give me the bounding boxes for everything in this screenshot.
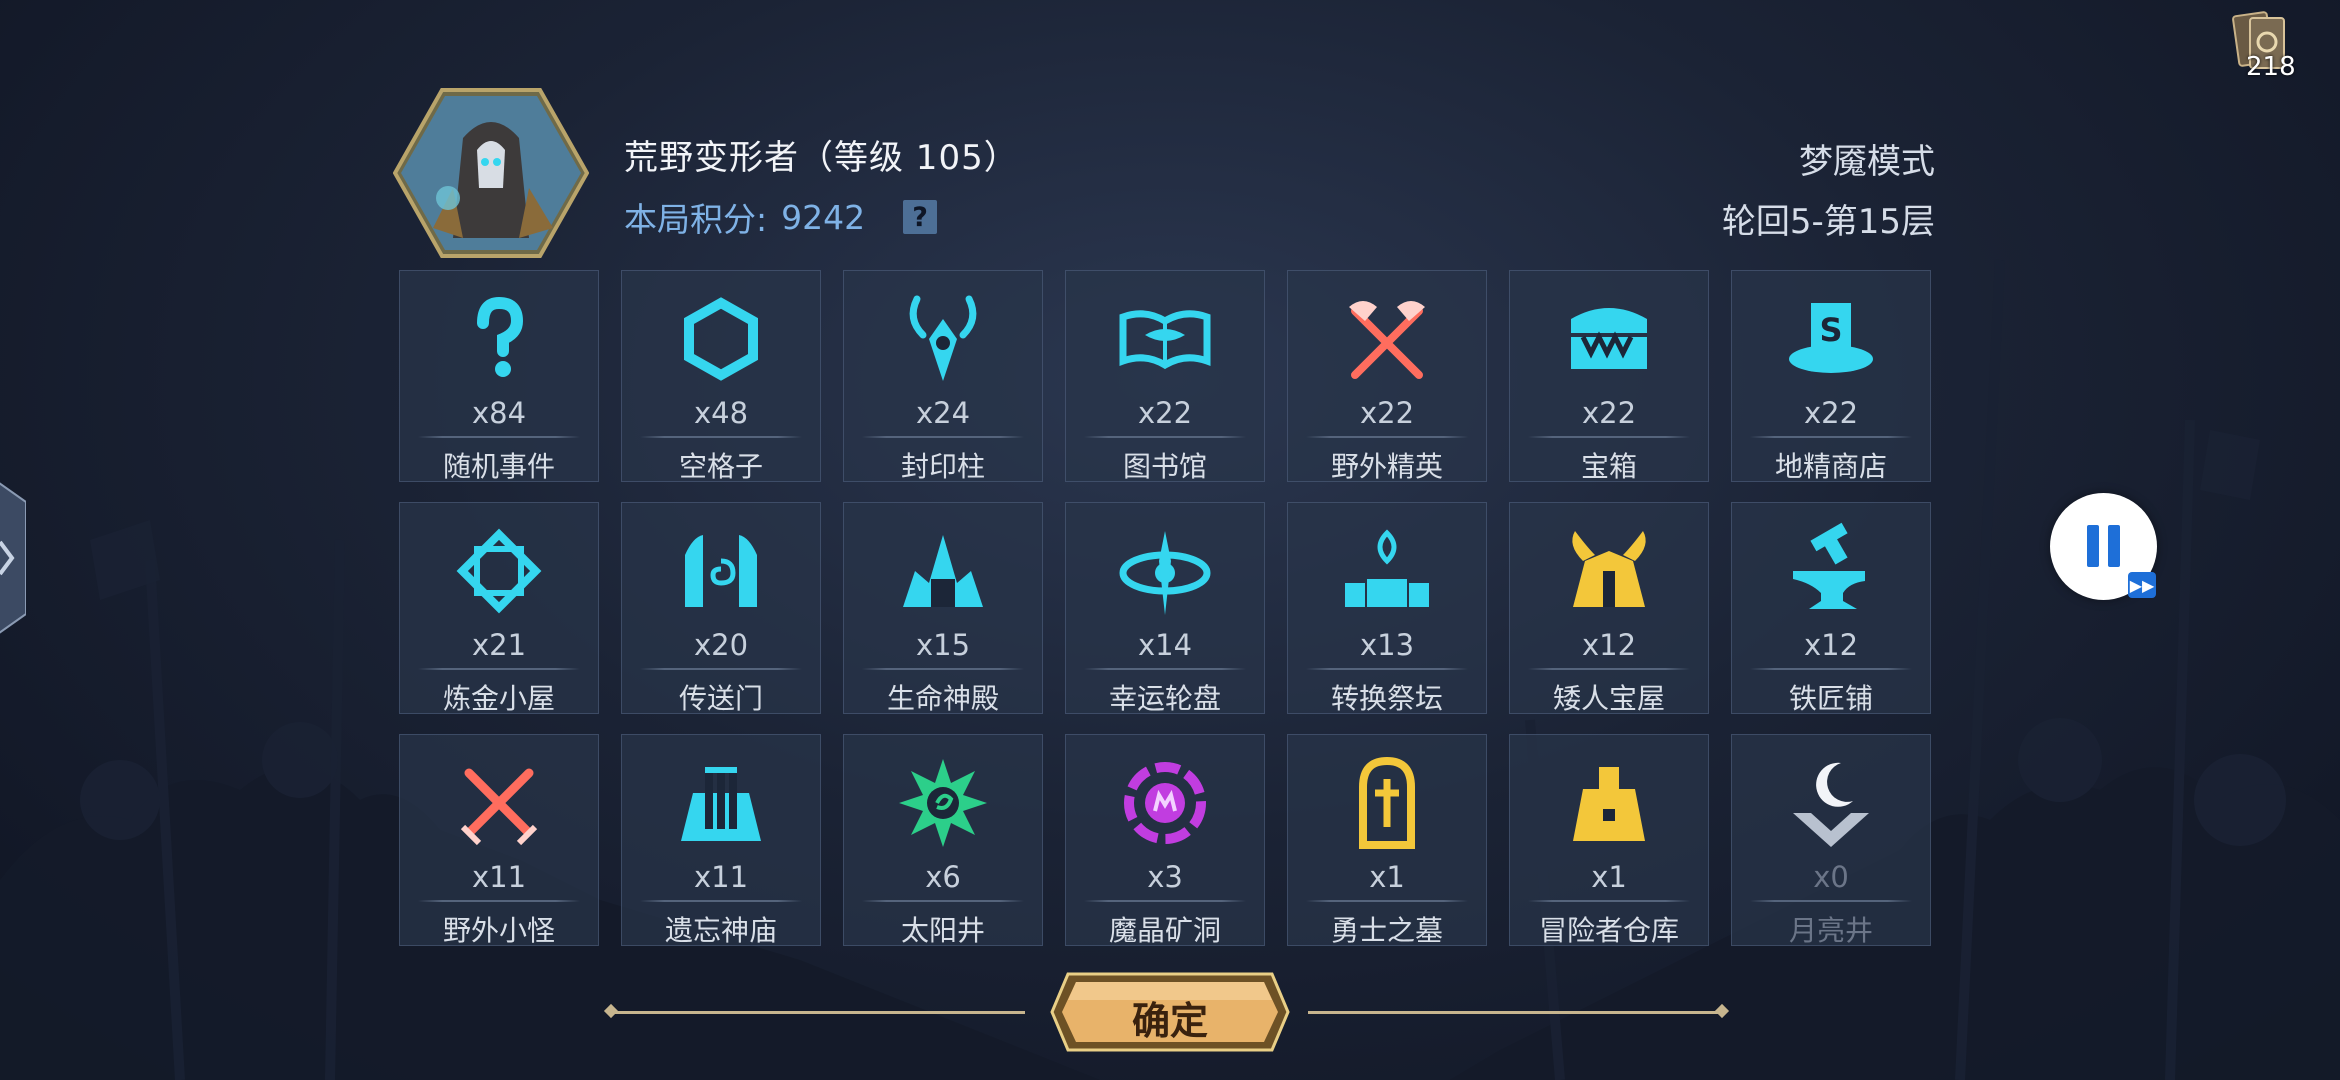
- pause-icon: [2087, 525, 2099, 567]
- tile-life-temple[interactable]: x15 生命神殿: [843, 502, 1043, 715]
- lucky-wheel-icon: [1119, 531, 1211, 615]
- tile-treasure-chest[interactable]: x22 宝箱: [1509, 270, 1709, 483]
- question-icon: [477, 296, 524, 377]
- open-book-icon: [1119, 310, 1211, 370]
- tile-moon-well[interactable]: x0 月亮井: [1731, 734, 1931, 947]
- transform-altar-icon: [1345, 529, 1429, 607]
- deck-count: 218: [2246, 52, 2296, 82]
- score-help-button[interactable]: ?: [903, 200, 938, 234]
- tombstone-icon: [1359, 756, 1415, 849]
- confirm-divider-left: [610, 1011, 1025, 1014]
- score-label: 本局积分:: [624, 200, 768, 239]
- tile-empty-cell[interactable]: x48 空格子: [621, 270, 821, 483]
- tile-forgotten-temple[interactable]: x11 遗忘神庙: [621, 734, 821, 947]
- tile-library[interactable]: x22 图书馆: [1065, 270, 1265, 483]
- hero-portrait: [393, 88, 589, 258]
- tile-wild-elite[interactable]: x22 野外精英: [1287, 270, 1487, 483]
- side-drawer-tab[interactable]: [0, 478, 26, 638]
- tile-adventurer-warehouse[interactable]: x1 冒险者仓库: [1509, 734, 1709, 947]
- score-row: 本局积分: 9242 ?: [624, 193, 938, 241]
- tile-transform-altar[interactable]: x13 转换祭坛: [1287, 502, 1487, 715]
- hero-name: 荒野变形者（等级 105）: [624, 138, 1019, 178]
- goblin-shop-icon: S: [1789, 303, 1873, 373]
- sun-well-icon: [899, 759, 987, 847]
- crystal-mine-icon: [1124, 762, 1206, 844]
- alchemy-hut-icon: [456, 528, 542, 614]
- crossed-swords-icon: [460, 768, 538, 846]
- cycle-floor: 轮回5-第15层: [1721, 202, 1935, 242]
- portal-icon: [685, 535, 757, 607]
- forgotten-temple-icon: [681, 767, 761, 841]
- difficulty-mode: 梦魇模式: [1799, 142, 1935, 182]
- seal-pillar-icon: [909, 295, 977, 381]
- treasure-chest-icon: [1571, 308, 1647, 369]
- event-stats-grid: x84 随机事件 x48 空格子 x24 封印柱 x22 图书馆 x22 野外精…: [399, 270, 1935, 947]
- anvil-icon: [1793, 522, 1865, 609]
- confirm-label: 确定: [1131, 999, 1208, 1043]
- tile-lucky-wheel[interactable]: x14 幸运轮盘: [1065, 502, 1265, 715]
- fast-forward-icon[interactable]: ▶▶: [2128, 572, 2156, 598]
- tile-alchemy-hut[interactable]: x21 炼金小屋: [399, 502, 599, 715]
- moon-well-icon: [1793, 762, 1869, 847]
- tile-goblin-shop[interactable]: S x22 地精商店: [1731, 270, 1931, 483]
- tile-dwarf-treasury[interactable]: x12 矮人宝屋: [1509, 502, 1709, 715]
- score-value: 9242: [781, 197, 866, 237]
- hexagon-icon: [684, 297, 758, 381]
- tile-crystal-mine[interactable]: x3 魔晶矿洞: [1065, 734, 1265, 947]
- adventurer-warehouse-icon: [1573, 767, 1645, 841]
- tile-seal-pillar[interactable]: x24 封印柱: [843, 270, 1043, 483]
- crossed-axes-icon: [1349, 301, 1425, 379]
- tile-warrior-tomb[interactable]: x1 勇士之墓: [1287, 734, 1487, 947]
- tile-sun-well[interactable]: x6 太阳井: [843, 734, 1043, 947]
- tile-wild-monster[interactable]: x11 野外小怪: [399, 734, 599, 947]
- tile-portal[interactable]: x20 传送门: [621, 502, 821, 715]
- life-temple-icon: [903, 535, 983, 607]
- dwarf-treasury-icon: [1572, 531, 1646, 607]
- svg-text:S: S: [1819, 311, 1842, 349]
- confirm-divider-right: [1308, 1011, 1723, 1014]
- tile-blacksmith[interactable]: x12 铁匠铺: [1731, 502, 1931, 715]
- tile-random-event[interactable]: x84 随机事件: [399, 270, 599, 483]
